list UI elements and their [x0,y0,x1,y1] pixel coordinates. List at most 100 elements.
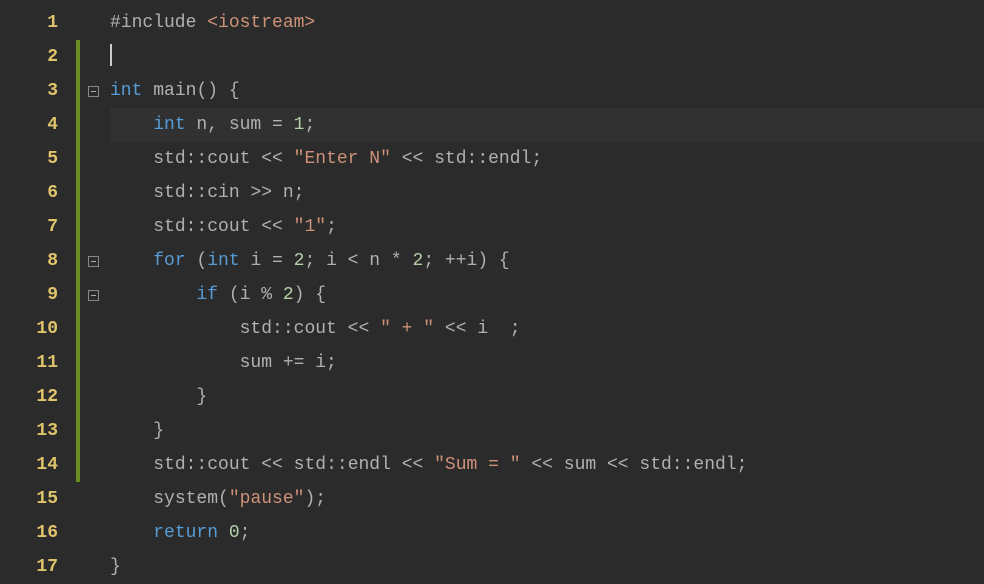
code-line[interactable]: std::cout << " + " << i ; [110,312,984,346]
indent [110,421,153,441]
keyword-token: int [110,81,142,101]
punct-token: ) { [294,285,326,305]
indent [110,387,196,407]
namespace-token: std [434,149,466,169]
preprocessor-token: #include [110,13,207,33]
identifier-token: cout [294,319,337,339]
punct-token: ( [186,251,208,271]
line-number: 7 [0,210,80,244]
line-number: 5 [0,142,80,176]
identifier-token: n [283,183,294,203]
number-token: 0 [229,523,240,543]
operator-token: << [391,455,434,475]
code-line[interactable]: int main() { [110,74,984,108]
change-marker [76,244,80,278]
indent [110,523,153,543]
punct-token: ; ++i) { [423,251,509,271]
string-token: " + " [380,319,434,339]
string-token: "Enter N" [294,149,391,169]
fold-cell [80,40,106,74]
punct-token: ; [304,115,315,135]
line-number: 6 [0,176,80,210]
code-line[interactable]: return 0; [110,516,984,550]
number-token: 2 [413,251,424,271]
operator-token: :: [186,217,208,237]
string-token: "pause" [229,489,305,509]
line-number: 11 [0,346,80,380]
fold-cell [80,346,106,380]
identifier-token: endl [348,455,391,475]
punct-token: ( [218,489,229,509]
brace-token: } [110,557,121,577]
fold-cell [80,6,106,40]
indent [110,149,153,169]
code-line[interactable]: sum += i; [110,346,984,380]
code-line[interactable]: std::cin >> n; [110,176,984,210]
fold-cell [80,550,106,584]
keyword-token: int [153,115,185,135]
brace-token: } [153,421,164,441]
code-area[interactable]: #include <iostream> int main() { int n, … [106,0,984,584]
change-marker [76,380,80,414]
fold-cell [80,448,106,482]
punct-token: ; [510,319,521,339]
number-token: 1 [294,115,305,135]
line-number: 15 [0,482,80,516]
change-marker [76,312,80,346]
identifier-token: endl [488,149,531,169]
identifier-token: cout [207,217,250,237]
code-line[interactable]: if (i % 2) { [110,278,984,312]
code-line[interactable] [110,40,984,74]
operator-token: :: [326,455,348,475]
brace-token: } [196,387,207,407]
code-line[interactable]: std::cout << "Enter N" << std::endl; [110,142,984,176]
identifier-token: endl [693,455,736,475]
text-token: ; i < n * [304,251,412,271]
code-line[interactable]: for (int i = 2; i < n * 2; ++i) { [110,244,984,278]
fold-toggle-icon[interactable] [88,86,99,97]
punct-token: ; [294,183,305,203]
line-number-gutter: 1 2 3 4 5 6 7 8 9 10 11 12 13 14 15 16 1… [0,0,80,584]
code-line[interactable]: std::cout << "1"; [110,210,984,244]
string-token: "Sum = " [434,455,520,475]
punct-token: ; [737,455,748,475]
line-number: 8 [0,244,80,278]
identifier-token: i [477,319,488,339]
text-token [142,81,153,101]
operator-token: << [250,149,293,169]
punct-token: () { [196,81,239,101]
operator-token: << [434,319,477,339]
code-line[interactable]: #include <iostream> [110,6,984,40]
operator-token: << [391,149,434,169]
code-line[interactable]: std::cout << std::endl << "Sum = " << su… [110,448,984,482]
text-token: (i % [218,285,283,305]
code-line[interactable]: } [110,380,984,414]
keyword-token: return [153,523,218,543]
code-line[interactable]: system("pause"); [110,482,984,516]
indent [110,353,240,373]
operator-token: << [596,455,639,475]
indent [110,455,153,475]
namespace-token: std [153,149,185,169]
operator-token: >> [240,183,283,203]
indent [110,251,153,271]
number-token: 2 [294,251,305,271]
function-token: system [153,489,218,509]
indent [110,285,196,305]
punct-token: ; [240,523,251,543]
change-marker [76,278,80,312]
fold-toggle-icon[interactable] [88,290,99,301]
punct-token: ; [326,217,337,237]
code-line[interactable]: } [110,550,984,584]
code-line[interactable]: int n, sum = 1; [110,108,984,142]
change-marker [76,448,80,482]
identifier-token: sum [564,455,596,475]
line-number: 2 [0,40,80,74]
change-marker [76,414,80,448]
indent [110,319,240,339]
change-marker [76,346,80,380]
code-line[interactable]: } [110,414,984,448]
fold-toggle-icon[interactable] [88,256,99,267]
line-number: 9 [0,278,80,312]
keyword-token: for [153,251,185,271]
